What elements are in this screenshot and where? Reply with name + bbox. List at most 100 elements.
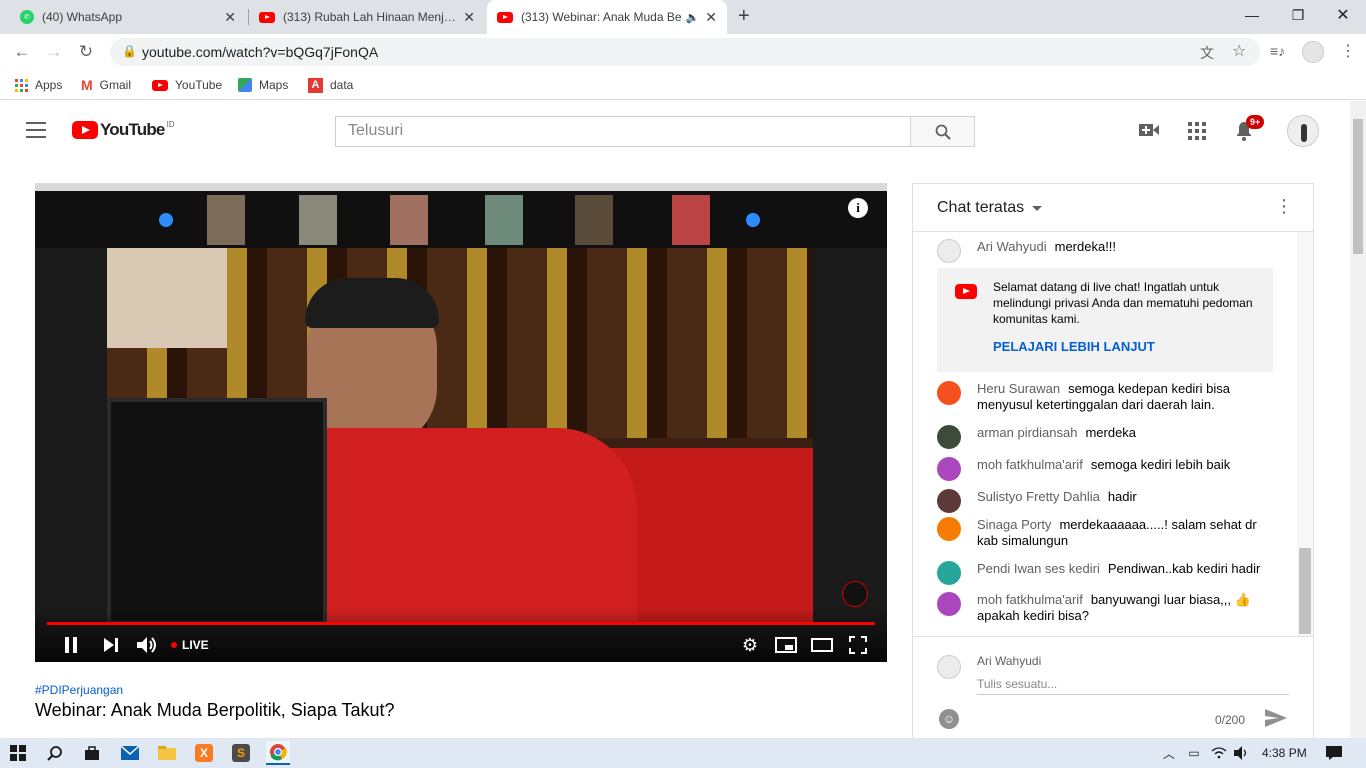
translate-icon[interactable]: 文 [1200,43,1214,63]
store-icon[interactable] [80,741,104,765]
emoji-icon[interactable]: ☺ [939,709,959,729]
close-tab-icon[interactable]: ✕ [224,9,236,26]
welcome-banner: Selamat datang di live chat! Ingatlah un… [937,268,1273,372]
bookmark-data[interactable]: A data [308,76,353,94]
speaker-icon[interactable] [1230,741,1254,765]
mail-icon[interactable] [118,741,142,765]
speaker-video-frame [107,248,813,625]
zoom-window-bar [35,183,887,191]
audio-playing-icon[interactable]: 🔈 [686,11,700,24]
live-dot-icon [171,642,177,648]
hamburger-menu-icon[interactable] [26,122,46,138]
windows-taskbar: X S ︿ ▭ 4:38 PM [0,738,1366,768]
youtube-icon [152,79,168,91]
create-video-icon[interactable] [1139,123,1159,140]
miniplayer-icon[interactable] [774,633,798,657]
avatar [937,381,961,405]
tray-overflow-icon[interactable]: ︿ [1157,741,1181,765]
search-icon[interactable] [43,741,67,765]
youtube-logo[interactable]: YouTube ID [72,120,175,140]
xampp-icon[interactable]: X [192,741,216,765]
info-icon[interactable]: i [848,198,868,218]
channel-watermark[interactable] [842,581,868,607]
profile-avatar[interactable] [1302,41,1324,63]
wifi-icon[interactable] [1207,741,1231,765]
chat-message[interactable]: Heru Surawan semoga kedepan kediri bisa m… [937,381,1277,413]
close-window-icon[interactable]: ✕ [1320,0,1366,30]
chat-text: merdeka [1085,425,1137,440]
chrome-icon[interactable] [266,741,290,765]
bookmark-label: Maps [259,78,289,92]
pause-icon[interactable] [61,633,81,657]
file-explorer-icon[interactable] [155,741,179,765]
apps-grid-icon [15,78,28,92]
sublime-icon[interactable]: S [229,741,253,765]
youtube-play-logo-icon [72,121,98,139]
video-hashtag[interactable]: #PDIPerjuangan [35,683,123,697]
bookmark-label: Apps [35,78,63,92]
theater-mode-icon[interactable] [810,633,834,657]
search-input[interactable]: Telusuri [335,116,911,147]
bookmark-star-icon[interactable]: ☆ [1232,41,1246,61]
lock-icon: 🔒 [122,44,137,58]
chat-message[interactable]: moh fatkhulma'arif semoga kediri lebih ba… [937,457,1277,481]
chat-message[interactable]: arman pirdiansah merdeka [937,425,1277,449]
close-tab-icon[interactable]: ✕ [463,9,475,26]
avatar [937,517,961,541]
chat-message[interactable]: Pendi Iwan ses kediri Pendiwan..kab kedir… [937,561,1277,585]
close-tab-icon[interactable]: ✕ [705,9,717,26]
bookmark-apps[interactable]: Apps [15,76,62,94]
learn-more-link[interactable]: PELAJARI LEBIH LANJUT [993,339,1155,354]
tab-whatsapp[interactable]: ✆ (40) WhatsApp ✕ [10,0,246,34]
forward-icon[interactable]: → [40,38,68,66]
chat-input-user: Ari Wahyudi [977,654,1042,668]
next-participants-icon [746,213,760,227]
live-indicator[interactable]: LIVE [171,633,209,657]
bookmark-gmail[interactable]: M Gmail [81,76,131,94]
reload-icon[interactable]: ↻ [72,38,100,66]
clock[interactable]: 4:38 PM [1262,746,1307,760]
bookmark-label: Gmail [99,78,132,92]
maximize-icon[interactable]: ❐ [1275,0,1321,30]
browser-tab-strip: ✆ (40) WhatsApp ✕ (313) Rubah Lah Hinaan… [0,0,1366,34]
minimize-icon[interactable]: — [1229,0,1275,30]
chat-scrollbar[interactable] [1297,232,1313,636]
windows-start-icon[interactable] [6,741,30,765]
chat-message[interactable]: moh fatkhulma'arif banyuwangi luar biasa,… [937,592,1277,624]
browser-toolbar: ← → ↻ 🔒 youtube.com/watch?v=bQGq7jFonQA … [0,34,1366,70]
action-center-icon[interactable] [1322,741,1346,765]
page-scrollbar[interactable] [1350,101,1366,738]
battery-icon[interactable]: ▭ [1182,741,1206,765]
search-button[interactable] [910,116,975,147]
menu-dots-icon[interactable]: ⋮ [1340,41,1356,61]
chat-message[interactable]: Sulistyo Fretty Dahlia hadir [937,489,1277,513]
tab-youtube-webinar[interactable]: (313) Webinar: Anak Muda Be 🔈 ✕ [487,0,727,34]
chat-author: Sinaga Porty [977,517,1052,532]
chat-menu-icon[interactable]: ⋮ [1275,196,1293,217]
video-player[interactable]: i LIVE ⚙ [35,183,887,662]
address-bar[interactable]: 🔒 youtube.com/watch?v=bQGq7jFonQA 文 ☆ [110,38,1260,66]
send-icon[interactable] [1265,709,1287,730]
avatar [937,239,961,263]
dropdown-arrow-icon [1032,205,1043,211]
next-icon[interactable] [101,633,121,657]
chat-message[interactable]: Ari Wahyudi merdeka!!! [937,239,1277,263]
chat-mode-dropdown[interactable]: Chat teratas [937,199,1043,217]
gmail-icon: M [81,77,93,93]
avatar [937,592,961,616]
progress-bar[interactable] [47,622,875,625]
account-avatar[interactable] [1287,115,1319,147]
apps-icon[interactable] [1188,122,1206,140]
chat-message[interactable]: Sinaga Porty merdekaaaaaa.....! salam seh… [937,517,1277,549]
volume-icon[interactable] [135,633,159,657]
new-tab-button[interactable]: + [738,5,750,28]
chat-message-input[interactable]: Tulis sesuatu... [977,675,1289,695]
bookmark-youtube[interactable]: YouTube [152,76,222,94]
fullscreen-icon[interactable] [847,633,869,657]
avatar [937,489,961,513]
back-icon[interactable]: ← [8,38,36,66]
settings-gear-icon[interactable]: ⚙ [739,633,761,657]
media-control-icon[interactable]: ≡♪ [1270,43,1285,59]
tab-youtube-rubah[interactable]: (313) Rubah Lah Hinaan Menjadi ✕ [249,0,485,34]
bookmark-maps[interactable]: Maps [238,76,288,94]
